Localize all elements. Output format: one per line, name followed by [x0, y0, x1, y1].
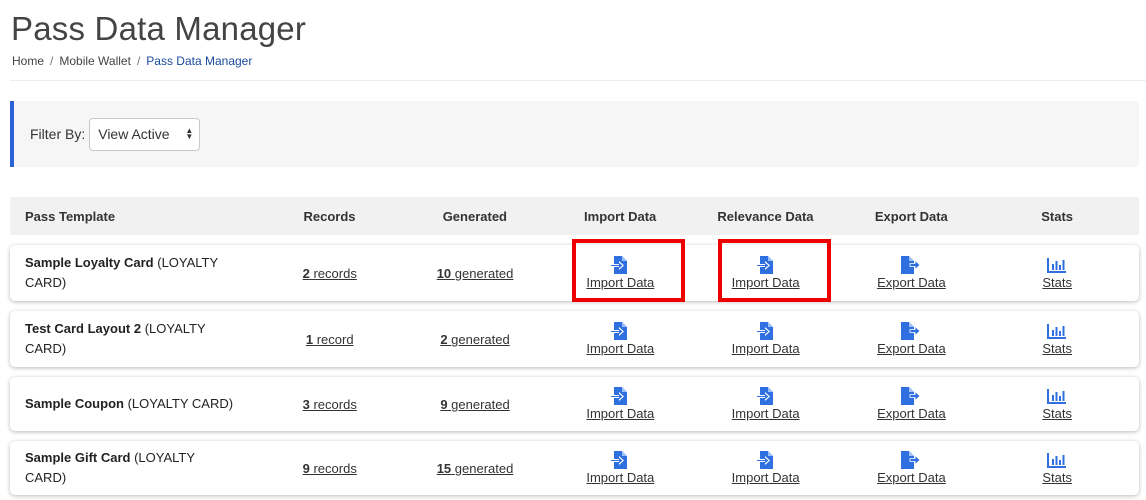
stats-label: Stats: [1042, 405, 1072, 421]
stats-action[interactable]: Stats: [975, 388, 1139, 421]
column-header-import-data: Import Data: [584, 208, 657, 224]
pass-template-cell: Test Card Layout 2 (LOYALTY CARD): [10, 319, 266, 359]
export-data-label: Export Data: [877, 341, 946, 356]
page-title: Pass Data Manager: [11, 10, 307, 47]
column-header-generated: Generated: [442, 208, 507, 224]
column-header-records: Records: [303, 208, 356, 224]
file-export-icon: [901, 387, 922, 405]
filter-select-value: View Active: [98, 126, 170, 142]
import-data-action[interactable]: Import Data: [557, 451, 684, 485]
import-data-action[interactable]: Import Data: [557, 256, 684, 290]
relevance-data-label: Import Data: [731, 470, 800, 485]
column-header-export-data: Export Data: [874, 208, 948, 224]
breadcrumb-mobile-wallet[interactable]: Mobile Wallet: [59, 54, 131, 68]
stats-action[interactable]: Stats: [975, 452, 1139, 485]
import-data-action[interactable]: Import Data: [557, 322, 684, 356]
bar-chart-icon: [1047, 323, 1067, 339]
pass-template-type: (LOYALTY CARD): [127, 396, 234, 411]
export-data-action[interactable]: Export Data: [847, 256, 975, 290]
generated-link[interactable]: 2 generated: [440, 332, 509, 347]
records-link[interactable]: 9 records: [303, 461, 357, 476]
pass-template-name: Sample Coupon: [25, 396, 124, 411]
table-row: Sample Loyalty Card (LOYALTY CARD) 2 rec…: [10, 245, 1139, 301]
file-import-icon: [755, 322, 773, 340]
table-row: Sample Coupon (LOYALTY CARD) 3 records 9…: [10, 377, 1139, 431]
bar-chart-icon: [1047, 257, 1067, 273]
export-data-action[interactable]: Export Data: [847, 451, 975, 485]
generated-link[interactable]: 9 generated: [440, 397, 509, 412]
relevance-data-action[interactable]: Import Data: [684, 387, 848, 421]
column-header-pass-template: Pass Template: [25, 208, 116, 224]
export-data-label: Export Data: [877, 470, 946, 485]
import-data-label: Import Data: [586, 470, 655, 485]
import-data-label: Import Data: [586, 406, 655, 421]
column-header-stats: Stats: [1041, 208, 1074, 224]
file-import-icon: [610, 256, 628, 274]
stats-action[interactable]: Stats: [975, 257, 1139, 290]
table-header: Pass Template Records Generated Import D…: [10, 197, 1139, 235]
column-header-relevance-data: Relevance Data: [717, 208, 814, 224]
breadcrumb-home[interactable]: Home: [12, 54, 44, 68]
header-divider: [10, 80, 1146, 81]
file-export-icon: [901, 256, 922, 274]
relevance-data-action[interactable]: Import Data: [684, 322, 848, 356]
relevance-data-action[interactable]: Import Data: [684, 451, 848, 485]
pass-template-name: Sample Loyalty Card: [25, 255, 154, 270]
pass-template-name: Sample Gift Card: [25, 450, 131, 465]
bar-chart-icon: [1047, 388, 1067, 404]
stats-label: Stats: [1042, 340, 1072, 356]
export-data-label: Export Data: [877, 275, 946, 290]
pass-template-cell: Sample Gift Card (LOYALTY CARD): [10, 448, 266, 488]
filter-panel: Filter By: View Active ▲ ▼: [10, 101, 1139, 167]
records-link[interactable]: 2 records: [303, 266, 357, 281]
file-import-icon: [610, 387, 628, 405]
stats-label: Stats: [1042, 274, 1072, 290]
file-import-icon: [755, 256, 773, 274]
breadcrumb-current: Pass Data Manager: [146, 54, 253, 68]
import-data-label: Import Data: [586, 341, 655, 356]
filter-select[interactable]: View Active ▲ ▼: [89, 117, 201, 151]
file-import-icon: [610, 322, 628, 340]
bar-chart-icon: [1047, 452, 1067, 468]
table-row: Test Card Layout 2 (LOYALTY CARD) 1 reco…: [10, 311, 1139, 367]
export-data-action[interactable]: Export Data: [847, 322, 975, 356]
export-data-label: Export Data: [877, 406, 946, 421]
breadcrumb-separator: /: [50, 54, 54, 68]
generated-link[interactable]: 10 generated: [437, 266, 514, 281]
breadcrumb: Home / Mobile Wallet / Pass Data Manager: [12, 54, 252, 68]
pass-template-name: Test Card Layout 2: [25, 321, 142, 336]
select-arrows-icon: ▲ ▼: [185, 126, 194, 141]
file-import-icon: [755, 387, 773, 405]
records-link[interactable]: 1 record: [306, 332, 354, 347]
records-link[interactable]: 3 records: [303, 397, 357, 412]
file-export-icon: [901, 322, 922, 340]
file-import-icon: [610, 451, 628, 469]
breadcrumb-separator: /: [136, 54, 141, 68]
import-data-label: Import Data: [586, 275, 655, 290]
relevance-data-label: Import Data: [731, 275, 800, 290]
stats-label: Stats: [1042, 469, 1072, 485]
relevance-data-label: Import Data: [731, 341, 800, 356]
import-data-action[interactable]: Import Data: [557, 387, 684, 421]
relevance-data-action[interactable]: Import Data: [684, 256, 848, 290]
relevance-data-label: Import Data: [731, 406, 800, 421]
file-export-icon: [901, 451, 922, 469]
table-row: Sample Gift Card (LOYALTY CARD) 9 record…: [10, 441, 1139, 495]
stats-action[interactable]: Stats: [975, 323, 1139, 356]
pass-template-cell: Sample Loyalty Card (LOYALTY CARD): [10, 253, 266, 293]
filter-label: Filter By:: [30, 126, 86, 142]
file-import-icon: [755, 451, 773, 469]
generated-link[interactable]: 15 generated: [437, 461, 514, 476]
pass-template-cell: Sample Coupon (LOYALTY CARD): [10, 394, 266, 414]
export-data-action[interactable]: Export Data: [847, 387, 975, 421]
